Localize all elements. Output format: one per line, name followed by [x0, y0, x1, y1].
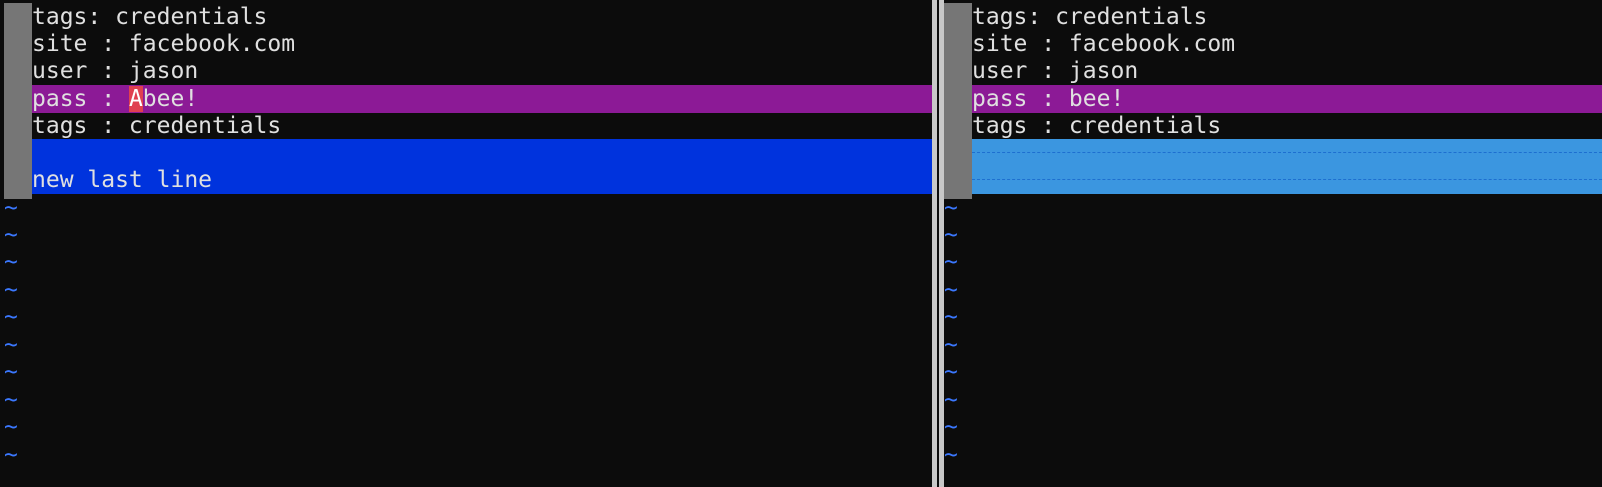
- empty-line-marker: ~: [944, 387, 958, 413]
- window-split-divider[interactable]: [932, 0, 944, 487]
- diff-pane-left[interactable]: tags: credentials site : facebook.com us…: [0, 0, 932, 487]
- changed-text-highlight: A: [128, 86, 143, 112]
- empty-line-marker: ~: [4, 332, 18, 358]
- empty-line-marker: ~: [4, 387, 18, 413]
- fold-column-left: [4, 3, 32, 199]
- empty-line-marker: ~: [944, 414, 958, 440]
- empty-line-marker: ~: [944, 277, 958, 303]
- empty-line-marker: ~: [4, 442, 18, 468]
- empty-line-marker: ~: [944, 442, 958, 468]
- empty-line-marker: ~: [4, 277, 18, 303]
- text-line[interactable]: tags : credentials: [32, 112, 932, 140]
- line-suffix: bee!: [142, 86, 199, 112]
- text-line[interactable]: user : jason: [972, 57, 1602, 85]
- empty-line-marker: ~: [4, 414, 18, 440]
- text-line[interactable]: site : facebook.com: [972, 30, 1602, 58]
- text-line[interactable]: tags : credentials: [972, 112, 1602, 140]
- text-line[interactable]: tags: credentials: [972, 3, 1602, 31]
- empty-line-marker: ~: [944, 195, 958, 221]
- empty-line-marker: ~: [4, 359, 18, 385]
- empty-line-marker: ~: [944, 304, 958, 330]
- text-line[interactable]: user : jason: [32, 57, 932, 85]
- empty-line-marker: ~: [944, 249, 958, 275]
- empty-line-marker: ~: [944, 222, 958, 248]
- diff-pane-right[interactable]: tags: credentials site : facebook.com us…: [944, 0, 1602, 487]
- fold-column-right: [944, 3, 972, 199]
- empty-line-marker: ~: [4, 195, 18, 221]
- added-line[interactable]: [32, 139, 932, 167]
- text-line[interactable]: site : facebook.com: [32, 30, 932, 58]
- empty-line-marker: ~: [944, 359, 958, 385]
- filler-line: [972, 166, 1602, 194]
- empty-line-marker: ~: [4, 304, 18, 330]
- changed-line[interactable]: pass : bee!: [972, 85, 1602, 113]
- text-line[interactable]: tags: credentials: [32, 3, 932, 31]
- empty-line-marker: ~: [944, 332, 958, 358]
- empty-line-marker: ~: [4, 249, 18, 275]
- divider-line: [937, 0, 939, 487]
- line-prefix: pass :: [32, 86, 129, 112]
- filler-line: [972, 139, 1602, 167]
- changed-line[interactable]: pass : Abee!: [32, 85, 932, 113]
- added-line[interactable]: new last line: [32, 166, 932, 194]
- empty-line-marker: ~: [4, 222, 18, 248]
